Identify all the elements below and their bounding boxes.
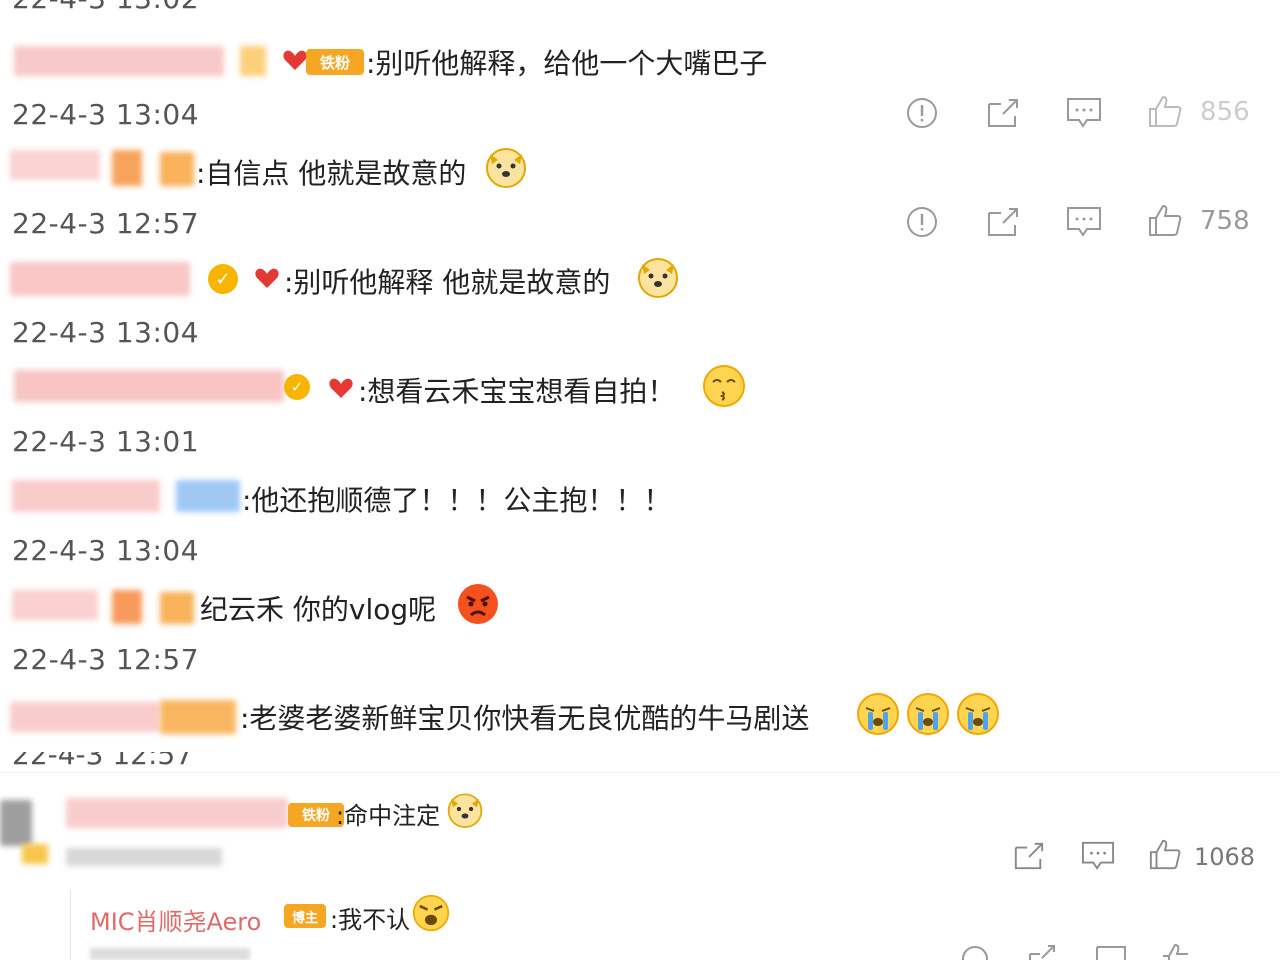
like-icon[interactable] bbox=[1147, 94, 1183, 130]
blurred-username bbox=[10, 150, 100, 180]
dog-emoji-icon bbox=[447, 793, 483, 828]
verified-icon: ✓ bbox=[208, 264, 238, 294]
reply-text: :我不认 bbox=[330, 906, 411, 934]
blurred-badge bbox=[112, 150, 142, 186]
crying-emoji-icon bbox=[857, 693, 899, 735]
heart-icon bbox=[329, 378, 353, 398]
blurred-badge bbox=[160, 700, 236, 734]
like-icon[interactable] bbox=[1147, 203, 1183, 239]
comment-icon[interactable] bbox=[1065, 205, 1103, 239]
comment-text: :他还抱顺德了！！！公主抱！！！ bbox=[242, 484, 672, 517]
fan-badge: 铁粉 bbox=[306, 49, 364, 75]
blurred-badge bbox=[176, 480, 240, 512]
share-icon[interactable] bbox=[985, 205, 1021, 239]
blurred-badge bbox=[160, 592, 194, 624]
avatar[interactable] bbox=[0, 800, 32, 846]
report-icon[interactable] bbox=[905, 96, 939, 130]
blurred-timestamp bbox=[66, 848, 222, 866]
share-icon[interactable] bbox=[1012, 840, 1046, 872]
blurred-username bbox=[10, 262, 190, 296]
comment-text: :别听他解释，给他一个大嘴巴子 bbox=[366, 47, 768, 80]
comment-icon[interactable] bbox=[1065, 96, 1103, 130]
heart-icon bbox=[283, 50, 307, 70]
comment-text: :想看云禾宝宝想看自拍！ bbox=[358, 375, 676, 408]
kiss-emoji-icon bbox=[703, 365, 745, 407]
blurred-badge bbox=[240, 46, 266, 76]
timestamp-cutoff: 22-4-3 12:57 bbox=[12, 752, 202, 766]
share-icon[interactable] bbox=[1026, 944, 1058, 960]
angry-shout-emoji-icon bbox=[412, 894, 450, 932]
timestamp: 22-4-3 13:04 bbox=[12, 316, 200, 349]
comment-text: :老婆老婆新鲜宝贝你快看无良优酷的牛马剧送 bbox=[240, 702, 810, 735]
blurred-badge bbox=[112, 590, 142, 624]
heart-icon bbox=[255, 268, 279, 288]
timestamp: 22-4-3 12:57 bbox=[12, 643, 200, 676]
blurred-username bbox=[66, 798, 288, 828]
comment-icon[interactable] bbox=[1080, 840, 1116, 872]
blurred-username bbox=[14, 370, 284, 402]
timestamp: 22-4-3 13:04 bbox=[12, 98, 200, 131]
comment-text: :别听他解释 他就是故意的 bbox=[284, 266, 611, 299]
report-icon[interactable] bbox=[960, 944, 990, 960]
host-badge: 博主 bbox=[284, 904, 326, 928]
verified-icon: ✓ bbox=[284, 374, 310, 400]
blurred-badge bbox=[160, 152, 194, 186]
dog-emoji-icon bbox=[638, 258, 678, 298]
angry-emoji-icon bbox=[458, 584, 498, 624]
blurred-username bbox=[12, 590, 98, 620]
timestamp: 22-4-3 13:04 bbox=[12, 534, 200, 567]
comment-text: :自信点 他就是故意的 bbox=[196, 157, 467, 190]
comment-icon[interactable] bbox=[1094, 944, 1128, 960]
blurred-username bbox=[10, 702, 160, 732]
report-icon[interactable] bbox=[905, 205, 939, 239]
crying-emoji-icon bbox=[957, 693, 999, 735]
blurred-username bbox=[14, 46, 224, 76]
comment-text: :命中注定 bbox=[336, 802, 441, 830]
share-icon[interactable] bbox=[985, 96, 1021, 130]
avatar-badge bbox=[22, 844, 48, 864]
dog-emoji-icon bbox=[486, 148, 526, 188]
like-icon[interactable] bbox=[1148, 838, 1182, 872]
blurred-timestamp bbox=[90, 948, 250, 960]
divider bbox=[0, 772, 1280, 773]
timestamp: 22-4-3 12:57 bbox=[12, 207, 200, 240]
reply-username[interactable]: MIC肖顺尧Aero bbox=[90, 902, 261, 937]
like-count: 856 bbox=[1200, 97, 1250, 127]
timestamp: 22-4-3 13:01 bbox=[12, 425, 200, 458]
crying-emoji-icon bbox=[907, 693, 949, 735]
like-count: 1068 bbox=[1194, 843, 1256, 871]
blurred-username bbox=[12, 480, 160, 512]
reply-thread-line bbox=[70, 890, 71, 960]
like-icon[interactable] bbox=[1160, 942, 1192, 960]
timestamp: 22-4-3 13:02 bbox=[12, 0, 199, 15]
comment-text: 纪云禾 你的vlog呢 bbox=[200, 593, 437, 626]
like-count: 758 bbox=[1200, 206, 1250, 236]
